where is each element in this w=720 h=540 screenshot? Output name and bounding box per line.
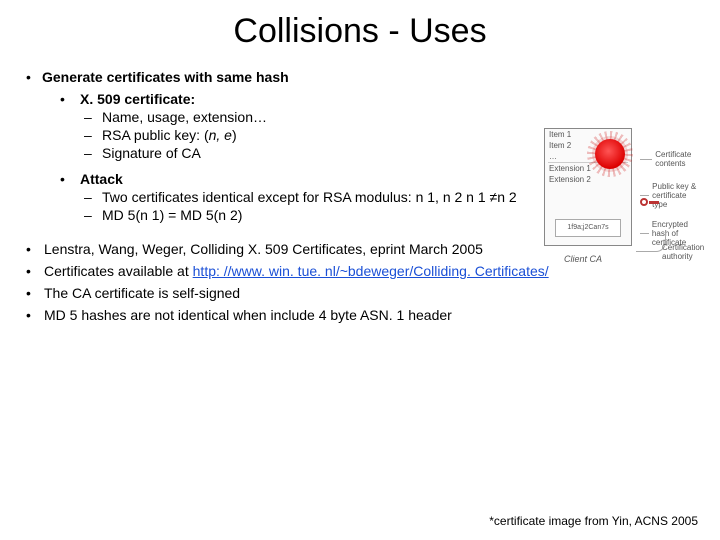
x509-item: Signature of CA: [102, 145, 201, 161]
cert-url-link[interactable]: http: //www. win. tue. nl/~bdeweger/Coll…: [193, 263, 549, 279]
dash-marker: –: [84, 109, 102, 125]
ref-item: The CA certificate is self-signed: [44, 285, 240, 301]
ref-item: MD 5 hashes are not identical when inclu…: [44, 307, 452, 323]
section-attack: • Attack –Two certificates identical exc…: [60, 171, 550, 223]
bullet-marker: •: [26, 307, 44, 323]
ref-item: Certificates available at http: //www. w…: [44, 263, 549, 279]
x509-item: RSA public key: (n, e): [102, 127, 237, 143]
ref-item: Lenstra, Wang, Weger, Colliding X. 509 C…: [44, 241, 483, 257]
ca-label: Certification authority: [662, 244, 704, 262]
bullet-marker: •: [26, 241, 44, 257]
bullet-text: Generate certificates with same hash: [42, 69, 289, 85]
text: Certificates available at: [44, 263, 193, 279]
bullet-marker: •: [60, 91, 80, 107]
slide-title: Collisions - Uses: [0, 0, 720, 59]
x509-heading: X. 509 certificate:: [80, 91, 195, 107]
attack-heading: Attack: [80, 171, 123, 187]
bullet-marker: •: [26, 285, 44, 301]
bullet-generate: • Generate certificates with same hash: [26, 69, 694, 85]
text: RSA public key: (: [102, 127, 209, 143]
bullet-marker: •: [60, 171, 80, 187]
dash-marker: –: [84, 207, 102, 223]
bullet-marker: •: [26, 263, 44, 279]
footnote: *certificate image from Yin, ACNS 2005: [489, 514, 698, 528]
dash-marker: –: [84, 145, 102, 161]
dash-marker: –: [84, 189, 102, 205]
cert-box: Item 1 Item 2 … Extension 1 Extension 2 …: [544, 128, 632, 246]
attack-item: MD 5(n 1) = MD 5(n 2): [102, 207, 242, 223]
dash-marker: –: [84, 127, 102, 143]
cert-field: Item 1: [545, 129, 631, 140]
text: ): [232, 127, 237, 143]
diagram-label: Certificate contents: [640, 150, 702, 168]
cert-field: Extension 2: [545, 174, 631, 185]
x509-item: Name, usage, extension…: [102, 109, 267, 125]
cert-hash: 1f9a;j2Can7s: [555, 219, 621, 237]
key-icon: [640, 198, 658, 208]
attack-item: Two certificates identical except for RS…: [102, 189, 517, 205]
certificate-diagram: Item 1 Item 2 … Extension 1 Extension 2 …: [544, 128, 702, 278]
text-italic: n, e: [209, 127, 232, 143]
seal-icon: [595, 139, 625, 169]
client-label: Client CA: [564, 254, 602, 264]
bullet-marker: •: [26, 69, 42, 85]
